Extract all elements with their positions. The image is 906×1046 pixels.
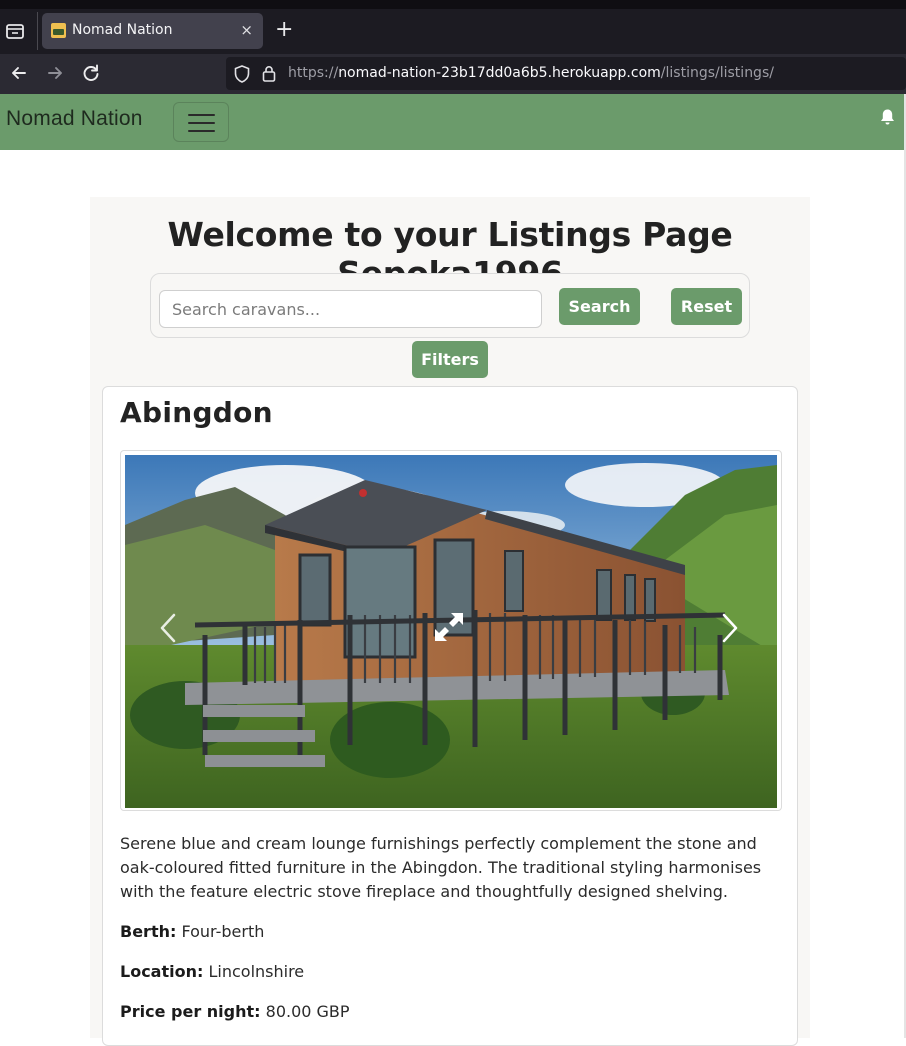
carousel-prev-icon[interactable]	[157, 611, 181, 645]
tab-divider	[37, 12, 38, 50]
listing-image-carousel[interactable]	[120, 450, 782, 811]
address-bar[interactable]: https://nomad-nation-23b17dd0a6b5.heroku…	[226, 57, 906, 90]
tab-title: Nomad Nation	[72, 22, 173, 38]
listing-price: Price per night: 80.00 GBP	[120, 1002, 350, 1021]
location-value: Lincolnshire	[208, 962, 305, 981]
site-navbar: Nomad Nation	[0, 94, 904, 150]
main-container: Welcome to your Listings Page Sepoka1996…	[90, 197, 810, 1046]
browser-tab[interactable]: Nomad Nation ×	[42, 13, 263, 49]
price-label: Price per night:	[120, 1002, 261, 1021]
price-value: 80.00 GBP	[265, 1002, 350, 1021]
listing-description: Serene blue and cream lounge furnishings…	[120, 834, 762, 901]
site-favicon-icon	[51, 23, 66, 38]
berth-value: Four-berth	[181, 922, 265, 941]
hamburger-line	[188, 114, 215, 116]
window-top-strip	[0, 0, 906, 9]
tab-list-icon[interactable]	[4, 20, 26, 42]
carousel-next-icon[interactable]	[717, 611, 741, 645]
tab-close-icon[interactable]: ×	[240, 22, 253, 38]
url-text: https://nomad-nation-23b17dd0a6b5.heroku…	[288, 65, 774, 81]
notification-bell-icon[interactable]	[879, 108, 896, 126]
reload-icon[interactable]	[80, 62, 102, 84]
forward-arrow-icon[interactable]	[44, 62, 66, 84]
url-host: nomad-nation-23b17dd0a6b5.herokuapp.com	[338, 65, 661, 81]
berth-label: Berth:	[120, 922, 177, 941]
browser-tab-bar: Nomad Nation × +	[0, 0, 906, 54]
lock-icon[interactable]	[262, 65, 276, 82]
new-tab-icon[interactable]: +	[275, 19, 293, 41]
filters-button[interactable]: Filters	[412, 341, 488, 378]
back-arrow-icon[interactable]	[8, 62, 30, 84]
listing-location: Location: Lincolnshire	[120, 962, 304, 981]
hamburger-line	[188, 130, 215, 132]
location-label: Location:	[120, 962, 204, 981]
search-input[interactable]	[159, 290, 542, 328]
url-path: /listings/listings/	[660, 65, 774, 81]
brand-link[interactable]: Nomad Nation	[6, 107, 143, 131]
search-form: Search Reset	[150, 273, 750, 338]
search-button[interactable]: Search	[559, 288, 640, 325]
browser-toolbar: https://nomad-nation-23b17dd0a6b5.heroku…	[0, 54, 906, 94]
menu-toggle-button[interactable]	[173, 102, 229, 142]
listing-title: Abingdon	[120, 396, 273, 429]
expand-image-icon[interactable]	[431, 609, 467, 645]
hamburger-line	[188, 122, 215, 124]
url-scheme: https://	[288, 65, 339, 81]
reset-button[interactable]: Reset	[671, 288, 742, 325]
listing-card: Abingdon Serene blue and cream lounge fu…	[102, 386, 798, 1046]
tracking-shield-icon[interactable]	[234, 65, 250, 83]
listing-berth: Berth: Four-berth	[120, 922, 264, 941]
